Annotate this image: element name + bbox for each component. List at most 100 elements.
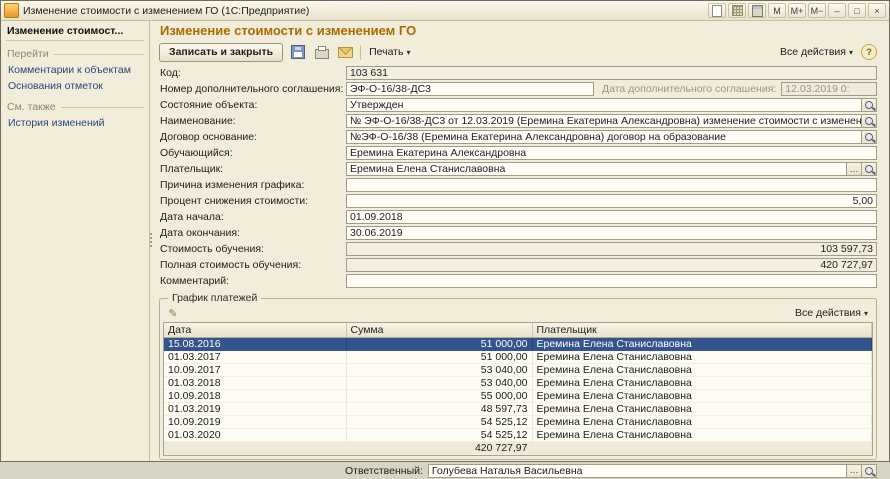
cell-payer[interactable]: Еремина Елена Станиславовна (532, 337, 872, 350)
name-select-button[interactable] (862, 114, 877, 128)
object-state-field[interactable]: Утвержден (346, 98, 862, 112)
payer-choose-button[interactable] (847, 162, 862, 176)
sidebar-item-change-history[interactable]: История изменений (6, 115, 144, 131)
date-start-field[interactable]: 01.09.2018 (346, 210, 877, 224)
responsible-field[interactable]: Голубева Наталья Васильевна (428, 464, 847, 478)
payer-select-button[interactable] (862, 162, 877, 176)
table-row[interactable]: 10.09.201954 525,12Еремина Елена Станисл… (164, 415, 872, 428)
grid-icon[interactable] (728, 3, 746, 18)
cell-payer[interactable]: Еремина Елена Станиславовна (532, 350, 872, 363)
cell-payer[interactable]: Еремина Елена Станиславовна (532, 363, 872, 376)
field-row-agreement: Номер дополнительного соглашения: ЭФ-О-1… (159, 81, 877, 97)
cell-payer[interactable]: Еремина Елена Станиславовна (532, 428, 872, 441)
save-close-button[interactable]: Записать и закрыть (159, 43, 283, 62)
agreement-number-field[interactable]: ЭФ-О-16/38-ДС3 (346, 82, 594, 96)
column-header-date[interactable]: Дата (164, 323, 346, 337)
cell-date[interactable]: 10.09.2017 (164, 363, 346, 376)
table-row[interactable]: 10.09.201855 000,00Еремина Елена Станисл… (164, 389, 872, 402)
main-toolbar: Записать и закрыть Печать Все действия ? (159, 41, 877, 63)
cell-sum[interactable]: 54 525,12 (346, 428, 532, 441)
cell-date[interactable]: 01.03.2018 (164, 376, 346, 389)
printer-icon (315, 49, 329, 59)
sidebar-item-mark-bases[interactable]: Основания отметок (6, 78, 144, 94)
cell-payer[interactable]: Еремина Елена Станиславовна (532, 415, 872, 428)
cell-date[interactable]: 15.08.2016 (164, 337, 346, 350)
cell-sum[interactable]: 53 040,00 (346, 376, 532, 389)
calculator-icon[interactable] (748, 3, 766, 18)
memory-minus-button[interactable]: М− (808, 3, 826, 18)
mail-button[interactable] (336, 43, 355, 62)
code-label: Код: (159, 67, 346, 79)
nav-section-goto: Перейти (7, 48, 144, 60)
table-row[interactable]: 15.08.201651 000,00Еремина Елена Станисл… (164, 337, 872, 350)
window-title: Изменение стоимости с изменением ГО (1С:… (23, 5, 704, 17)
window-titlebar: Изменение стоимости с изменением ГО (1С:… (1, 1, 889, 21)
payer-field[interactable]: Еремина Елена Станиславовна (346, 162, 847, 176)
print-button[interactable] (312, 43, 331, 62)
code-field[interactable]: 103 631 (346, 66, 877, 80)
cell-payer[interactable]: Еремина Елена Станиславовна (532, 389, 872, 402)
comment-field[interactable] (346, 274, 877, 288)
responsible-select-button[interactable] (862, 464, 877, 478)
cell-date[interactable]: 01.03.2019 (164, 402, 346, 415)
cell-sum[interactable]: 54 525,12 (346, 415, 532, 428)
cell-date[interactable]: 10.09.2018 (164, 389, 346, 402)
nav-current-item: Изменение стоимост... (6, 24, 144, 41)
cell-sum[interactable]: 48 597,73 (346, 402, 532, 415)
floppy-icon (291, 45, 305, 59)
memory-plus-button[interactable]: М+ (788, 3, 806, 18)
change-reason-field[interactable] (346, 178, 877, 192)
magnifier-icon (865, 101, 873, 109)
divider (54, 54, 144, 55)
field-row-discount-percent: Процент снижения стоимости: 5,00 (159, 193, 877, 209)
memory-button[interactable]: М (768, 3, 786, 18)
discount-percent-field[interactable]: 5,00 (346, 194, 877, 208)
column-header-payer[interactable]: Плательщик (532, 323, 872, 337)
cell-date[interactable]: 01.03.2020 (164, 428, 346, 441)
field-row-change-reason: Причина изменения графика: (159, 177, 877, 193)
object-state-select-button[interactable] (862, 98, 877, 112)
table-header-row: Дата Сумма Плательщик (164, 323, 872, 337)
responsible-choose-button[interactable] (847, 464, 862, 478)
cell-payer[interactable]: Еремина Елена Станиславовна (532, 376, 872, 389)
column-header-sum[interactable]: Сумма (346, 323, 532, 337)
cell-sum[interactable]: 55 000,00 (346, 389, 532, 402)
agreement-number-label: Номер дополнительного соглашения: (159, 83, 346, 95)
student-field[interactable]: Еремина Екатерина Александровна (346, 146, 877, 160)
table-row[interactable]: 01.03.201853 040,00Еремина Елена Станисл… (164, 376, 872, 389)
help-button[interactable]: ? (861, 44, 877, 60)
responsible-label: Ответственный: (345, 465, 428, 477)
save-button[interactable] (288, 43, 307, 62)
cell-date[interactable]: 10.09.2019 (164, 415, 346, 428)
cell-sum[interactable]: 53 040,00 (346, 363, 532, 376)
total-row: 420 727,97 (164, 441, 872, 454)
name-field[interactable]: № ЭФ-О-16/38-ДС3 от 12.03.2019 (Еремина … (346, 114, 862, 128)
cell-sum[interactable]: 51 000,00 (346, 337, 532, 350)
cell-date[interactable]: 01.03.2017 (164, 350, 346, 363)
table-row[interactable]: 01.03.202054 525,12Еремина Елена Станисл… (164, 428, 872, 441)
table-row[interactable]: 10.09.201753 040,00Еремина Елена Станисл… (164, 363, 872, 376)
base-contract-field[interactable]: №ЭФ-О-16/38 (Еремина Екатерина Александр… (346, 130, 862, 144)
all-actions-menu[interactable]: Все действия (777, 45, 856, 59)
cell-payer[interactable]: Еремина Елена Станиславовна (532, 402, 872, 415)
close-button[interactable]: × (868, 3, 886, 18)
nav-section-see-also-label: См. также (7, 101, 56, 113)
minimize-button[interactable]: – (828, 3, 846, 18)
document-icon[interactable] (708, 3, 726, 18)
sidebar-item-comments[interactable]: Комментарии к объектам (6, 62, 144, 78)
maximize-button[interactable]: □ (848, 3, 866, 18)
field-row-name: Наименование: № ЭФ-О-16/38-ДС3 от 12.03.… (159, 113, 877, 129)
date-end-field[interactable]: 30.06.2019 (346, 226, 877, 240)
payments-all-actions-menu[interactable]: Все действия (792, 306, 871, 320)
field-row-responsible: Ответственный: Голубева Наталья Васильев… (159, 463, 877, 479)
edit-row-button[interactable] (165, 306, 181, 320)
print-menu[interactable]: Печать (366, 45, 413, 59)
object-state-label: Состояние объекта: (159, 99, 346, 111)
app-window: Изменение стоимости с изменением ГО (1С:… (0, 0, 890, 462)
field-row-date-end: Дата окончания: 30.06.2019 (159, 225, 877, 241)
base-contract-select-button[interactable] (862, 130, 877, 144)
table-row[interactable]: 01.03.201948 597,73Еремина Елена Станисл… (164, 402, 872, 415)
cell-sum[interactable]: 51 000,00 (346, 350, 532, 363)
cost-field: 103 597,73 (346, 242, 877, 256)
table-row[interactable]: 01.03.201751 000,00Еремина Елена Станисл… (164, 350, 872, 363)
